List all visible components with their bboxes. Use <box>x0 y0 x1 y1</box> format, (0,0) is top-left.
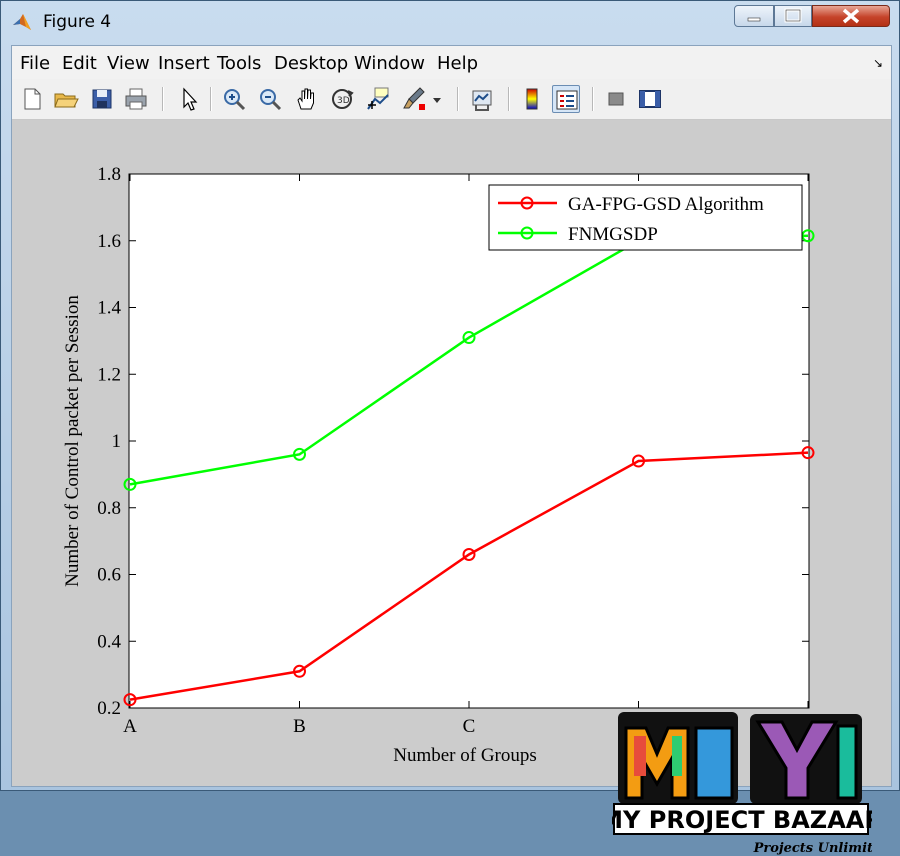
minimize-button[interactable] <box>734 5 774 27</box>
figure-toolbar: 3D <box>12 79 891 120</box>
zoom-in-icon[interactable] <box>220 85 248 113</box>
toolbar-separator <box>210 87 212 111</box>
y-tick-label: 1.6 <box>97 231 121 252</box>
menu-desktop[interactable]: Desktop <box>274 53 348 74</box>
y-tick-label: 0.8 <box>97 498 121 519</box>
figure-window: Figure 4 File Edit View Insert Tools Des… <box>0 0 900 856</box>
menu-edit[interactable]: Edit <box>62 53 97 74</box>
new-figure-icon[interactable] <box>18 85 46 113</box>
close-button[interactable] <box>812 5 890 27</box>
svg-text:3D: 3D <box>337 96 350 106</box>
y-tick-label: 1.4 <box>97 298 121 319</box>
close-icon <box>842 8 860 24</box>
figure-canvas[interactable]: 0.2 0.4 0.6 0.8 1 1.2 1.4 1.6 1.8 A B C Number of … <box>12 120 891 856</box>
toolbar-separator <box>592 87 594 111</box>
menu-view[interactable]: View <box>107 53 150 74</box>
y-tick-label: 0.2 <box>97 698 121 719</box>
brush-dropdown-icon[interactable] <box>430 85 444 113</box>
watermark-text: MY PROJECT BAZAAR <box>612 806 872 834</box>
data-cursor-icon[interactable] <box>364 85 392 113</box>
line-chart[interactable]: 0.2 0.4 0.6 0.8 1 1.2 1.4 1.6 1.8 A B C Number of … <box>12 120 891 786</box>
edit-plot-icon[interactable] <box>175 85 203 113</box>
toolbar-separator <box>162 87 164 111</box>
plot-area <box>128 173 810 709</box>
dock-arrow-icon[interactable]: ↘ <box>873 56 883 70</box>
menu-bar: File Edit View Insert Tools Desktop Wind… <box>12 46 891 79</box>
maximize-icon <box>784 8 802 23</box>
x-tick-label: C <box>463 716 476 737</box>
brush-icon[interactable] <box>400 85 428 113</box>
colorbar-icon[interactable] <box>518 85 546 113</box>
pan-icon[interactable] <box>292 85 320 113</box>
link-plot-icon[interactable] <box>468 85 496 113</box>
y-tick-label: 0.4 <box>97 631 121 652</box>
open-file-icon[interactable] <box>52 85 80 113</box>
title-bar[interactable]: Figure 4 <box>1 1 899 45</box>
legend-icon[interactable] <box>552 85 580 113</box>
x-tick-label: B <box>293 716 306 737</box>
y-tick-label: 1.2 <box>97 364 121 385</box>
legend-entry-2: FNMGSDP <box>568 224 658 245</box>
y-axis-label: Number of Control packet per Session <box>62 295 83 587</box>
watermark-tagline: Projects Unlimited <box>753 841 872 856</box>
y-tick-label: 1.8 <box>97 164 121 185</box>
print-icon[interactable] <box>122 85 150 113</box>
hide-plot-tools-icon[interactable] <box>602 85 630 113</box>
menu-insert[interactable]: Insert <box>158 53 210 74</box>
menu-help[interactable]: Help <box>437 53 478 74</box>
matlab-icon <box>13 14 31 30</box>
minimize-icon <box>747 17 761 22</box>
save-icon[interactable] <box>88 85 116 113</box>
chart-legend[interactable]: GA-FPG-GSD Algorithm FNMGSDP <box>488 184 803 251</box>
toolbar-separator <box>457 87 459 111</box>
y-tick-label: 1 <box>112 431 122 452</box>
menu-tools[interactable]: Tools <box>217 53 261 74</box>
y-tick-label: 0.6 <box>97 565 121 586</box>
window-title: Figure 4 <box>43 12 112 32</box>
rotate-3d-icon[interactable]: 3D <box>328 85 356 113</box>
menu-file[interactable]: File <box>20 53 50 74</box>
x-axis-label: Number of Groups <box>393 745 537 766</box>
myprojectbazaar-watermark-logo: MY PROJECT BAZAAR Projects Unlimited <box>612 712 872 856</box>
toolbar-separator <box>508 87 510 111</box>
legend-entry-1: GA-FPG-GSD Algorithm <box>568 194 764 215</box>
x-tick-label: A <box>123 716 137 737</box>
menu-window[interactable]: Window <box>354 53 425 74</box>
show-plot-tools-icon[interactable] <box>636 85 664 113</box>
zoom-out-icon[interactable] <box>256 85 284 113</box>
maximize-button[interactable] <box>774 5 812 27</box>
figure-client-area: File Edit View Insert Tools Desktop Wind… <box>11 45 892 856</box>
